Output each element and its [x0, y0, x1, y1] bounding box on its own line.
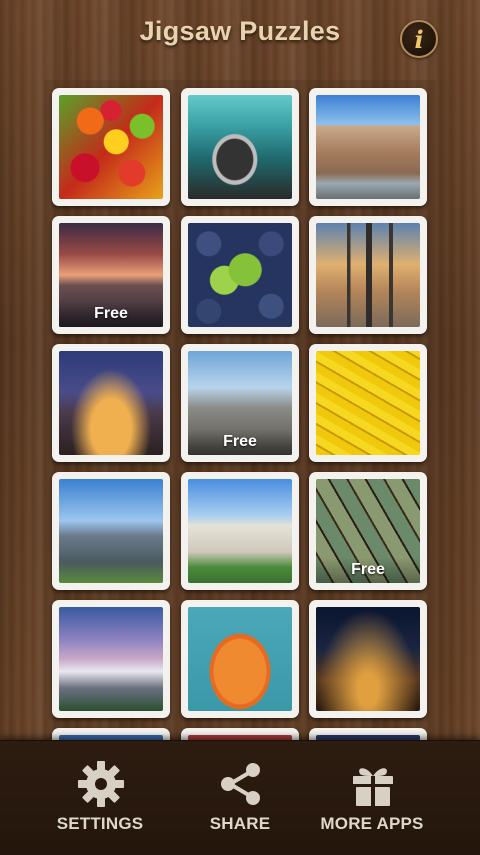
- more-apps-button[interactable]: MORE APPS: [292, 741, 452, 855]
- puzzle-tile[interactable]: [52, 472, 170, 590]
- mountain-clouds-image: [59, 607, 163, 711]
- vintage-car-image: [188, 95, 292, 199]
- night-city-image: [316, 607, 420, 711]
- settings-label: SETTINGS: [56, 814, 144, 833]
- puzzle-tile[interactable]: [181, 216, 299, 334]
- modern-building-image: [59, 479, 163, 583]
- bananas-image: [316, 351, 420, 455]
- puzzle-tile[interactable]: [52, 600, 170, 718]
- gift-icon: [353, 768, 393, 806]
- info-icon: i: [414, 25, 424, 54]
- puzzle-tile[interactable]: [52, 344, 170, 462]
- free-badge: Free: [316, 557, 420, 583]
- blueberries-image: [188, 223, 292, 327]
- puzzle-tile[interactable]: [181, 88, 299, 206]
- puzzle-tile[interactable]: [309, 600, 427, 718]
- puzzle-tile[interactable]: [52, 88, 170, 206]
- city-skyline-image: [316, 223, 420, 327]
- paris-night-image: [59, 351, 163, 455]
- share-icon: [221, 763, 260, 805]
- free-badge: Free: [59, 301, 163, 327]
- free-badge: Free: [188, 429, 292, 455]
- puzzle-tile[interactable]: [181, 472, 299, 590]
- rome-monument-image: [188, 479, 292, 583]
- puzzle-tile[interactable]: Free: [181, 344, 299, 462]
- app-header: Jigsaw Puzzles i: [0, 0, 480, 72]
- gear-icon: [78, 761, 124, 807]
- info-button[interactable]: i: [400, 20, 438, 58]
- puzzle-tile[interactable]: Free: [309, 472, 427, 590]
- fruit-image: [59, 95, 163, 199]
- puzzle-tile[interactable]: [309, 344, 427, 462]
- puzzle-grid: Free Free Free: [44, 80, 436, 750]
- puzzle-tile[interactable]: Free: [52, 216, 170, 334]
- puzzle-tile[interactable]: [309, 216, 427, 334]
- settings-button[interactable]: SETTINGS: [20, 741, 180, 855]
- more-apps-label: MORE APPS: [320, 814, 424, 833]
- puzzle-tile[interactable]: [309, 88, 427, 206]
- lantern-flower-image: [188, 607, 292, 711]
- amsterdam-image: [316, 95, 420, 199]
- bottom-nav: SETTINGS SHARE MORE APPS: [0, 740, 480, 855]
- puzzle-tile[interactable]: [181, 600, 299, 718]
